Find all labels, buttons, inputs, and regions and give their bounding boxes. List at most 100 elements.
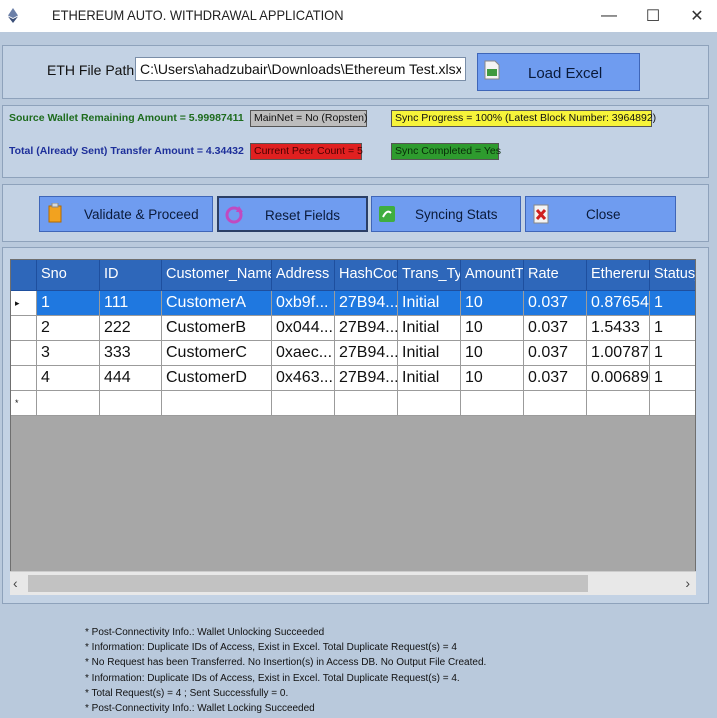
table-cell[interactable]: Initial <box>398 291 461 316</box>
table-cell[interactable]: 2 <box>37 316 100 341</box>
table-cell[interactable]: 10 <box>461 291 524 316</box>
total-sent-amount: Total (Already Sent) Transfer Amount = 4… <box>9 145 244 157</box>
scrollbar-thumb[interactable] <box>28 575 588 592</box>
close-icon <box>533 204 549 224</box>
table-cell[interactable] <box>335 391 398 416</box>
column-header-status[interactable]: Status_I <box>650 260 695 291</box>
table-cell[interactable]: 0x044... <box>272 316 335 341</box>
table-cell[interactable] <box>272 391 335 416</box>
table-row[interactable]: 4 444 CustomerD 0x463... 27B94... Initia… <box>11 366 695 391</box>
table-cell[interactable]: 0.00689 <box>587 366 650 391</box>
row-header[interactable] <box>11 316 37 341</box>
table-cell[interactable]: 1.5433 <box>587 316 650 341</box>
sync-stats-icon <box>379 206 395 222</box>
table-cell[interactable]: 4 <box>37 366 100 391</box>
column-header-sno[interactable]: Sno <box>37 260 100 291</box>
table-cell[interactable] <box>398 391 461 416</box>
close-button[interactable]: Close <box>525 196 676 232</box>
table-cell[interactable]: 0.037 <box>524 366 587 391</box>
table-cell[interactable]: 0.037 <box>524 291 587 316</box>
table-cell[interactable]: 1 <box>650 291 695 316</box>
excel-file-icon <box>484 60 500 80</box>
table-row[interactable]: 3 333 CustomerC 0xaec... 27B94... Initia… <box>11 341 695 366</box>
column-header-hashcode[interactable]: HashCode <box>335 260 398 291</box>
table-cell[interactable]: 0xb9f... <box>272 291 335 316</box>
source-wallet-amount: Source Wallet Remaining Amount = 5.99987… <box>9 112 244 124</box>
column-header-customer-name[interactable]: Customer_Name <box>162 260 272 291</box>
reset-fields-button[interactable]: Reset Fields <box>217 196 368 232</box>
table-cell[interactable] <box>587 391 650 416</box>
title-bar: ETHEREUM AUTO. WITHDRAWAL APPLICATION — … <box>0 0 717 32</box>
row-header[interactable] <box>11 341 37 366</box>
table-cell[interactable]: 27B94... <box>335 341 398 366</box>
eth-file-path-input[interactable] <box>135 57 466 81</box>
table-cell[interactable]: CustomerC <box>162 341 272 366</box>
validate-proceed-label: Validate & Proceed <box>84 207 199 222</box>
column-header-amount[interactable]: AmountTra <box>461 260 524 291</box>
table-cell[interactable]: 1 <box>650 316 695 341</box>
table-cell[interactable] <box>524 391 587 416</box>
table-cell[interactable]: 3 <box>37 341 100 366</box>
table-cell[interactable]: 0.037 <box>524 316 587 341</box>
table-cell[interactable]: 27B94... <box>335 316 398 341</box>
log-line: * Post-Connectivity Info.: Wallet Unlock… <box>85 627 325 638</box>
table-cell[interactable]: 0.87654 <box>587 291 650 316</box>
current-row-marker[interactable]: ▸ <box>11 291 37 316</box>
minimize-button[interactable]: — <box>586 0 632 32</box>
table-cell[interactable]: 1.00787 <box>587 341 650 366</box>
status-log: * Post-Connectivity Info.: Wallet Unlock… <box>85 627 685 718</box>
column-header-rate[interactable]: Rate <box>524 260 587 291</box>
column-header-trans-type[interactable]: Trans_Typ <box>398 260 461 291</box>
table-cell[interactable] <box>461 391 524 416</box>
table-cell[interactable]: 27B94... <box>335 291 398 316</box>
table-row[interactable]: ▸ 1 111 CustomerA 0xb9f... 27B94... Init… <box>11 291 695 316</box>
table-cell[interactable]: 1 <box>650 366 695 391</box>
table-cell[interactable]: 27B94... <box>335 366 398 391</box>
table-cell[interactable]: Initial <box>398 316 461 341</box>
table-cell[interactable]: 111 <box>100 291 162 316</box>
table-cell[interactable]: 10 <box>461 366 524 391</box>
scroll-right-icon[interactable]: › <box>685 575 690 591</box>
column-header-ethereum[interactable]: Ethererum <box>587 260 650 291</box>
log-line: * Total Request(s) = 4 ; Sent Successful… <box>85 687 289 699</box>
load-excel-button[interactable]: Load Excel <box>477 53 640 91</box>
table-cell[interactable]: 222 <box>100 316 162 341</box>
table-cell[interactable] <box>162 391 272 416</box>
table-cell[interactable]: CustomerD <box>162 366 272 391</box>
table-cell[interactable]: 444 <box>100 366 162 391</box>
maximize-button[interactable]: ☐ <box>630 0 676 32</box>
log-line: * Post-Connectivity Info.: Wallet Lockin… <box>85 702 315 714</box>
table-cell[interactable] <box>650 391 695 416</box>
validate-proceed-button[interactable]: Validate & Proceed <box>39 196 213 232</box>
row-header[interactable] <box>11 366 37 391</box>
table-cell[interactable]: 1 <box>650 341 695 366</box>
grid-header: Sno ID Customer_Name Address HashCode Tr… <box>11 260 695 291</box>
table-cell[interactable]: CustomerB <box>162 316 272 341</box>
close-window-button[interactable]: ✕ <box>674 0 717 32</box>
table-cell[interactable]: 0x463... <box>272 366 335 391</box>
column-header-address[interactable]: Address <box>272 260 335 291</box>
syncing-stats-button[interactable]: Syncing Stats <box>371 196 521 232</box>
horizontal-scrollbar[interactable]: ‹ › <box>10 571 696 595</box>
new-row[interactable]: * <box>11 391 695 416</box>
scroll-left-icon[interactable]: ‹ <box>13 575 18 591</box>
table-cell[interactable]: CustomerA <box>162 291 272 316</box>
reset-icon <box>225 206 243 224</box>
table-cell[interactable]: Initial <box>398 341 461 366</box>
table-cell[interactable]: 0.037 <box>524 341 587 366</box>
table-cell[interactable] <box>100 391 162 416</box>
table-cell[interactable]: 333 <box>100 341 162 366</box>
table-cell[interactable]: 1 <box>37 291 100 316</box>
table-cell[interactable]: 10 <box>461 316 524 341</box>
syncing-stats-label: Syncing Stats <box>415 207 498 222</box>
table-cell[interactable] <box>37 391 100 416</box>
table-cell[interactable]: 10 <box>461 341 524 366</box>
column-header-id[interactable]: ID <box>100 260 162 291</box>
new-row-marker[interactable]: * <box>11 391 37 416</box>
mainnet-badge: MainNet = No (Ropsten) <box>250 110 368 127</box>
log-line: * Information: Duplicate IDs of Access, … <box>85 672 460 684</box>
data-grid[interactable]: Sno ID Customer_Name Address HashCode Tr… <box>10 259 696 595</box>
table-cell[interactable]: Initial <box>398 366 461 391</box>
table-cell[interactable]: 0xaec... <box>272 341 335 366</box>
table-row[interactable]: 2 222 CustomerB 0x044... 27B94... Initia… <box>11 316 695 341</box>
